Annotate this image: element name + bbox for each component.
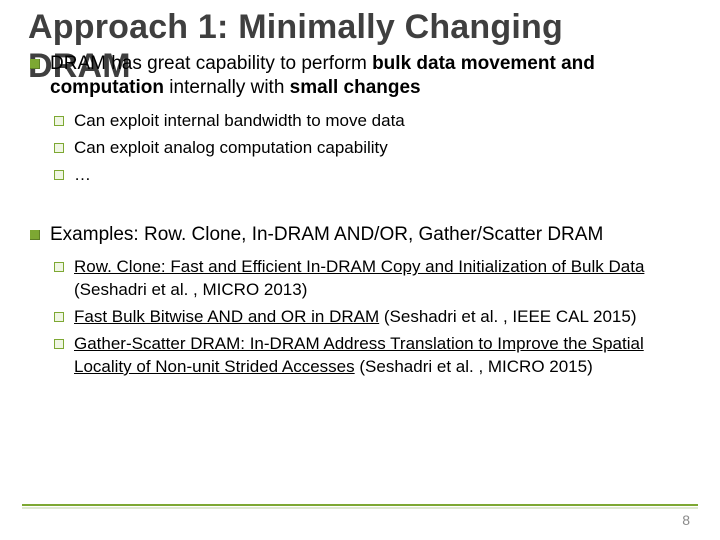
sub-2-3-tail: (Seshadri et al. , MICRO 2015) — [355, 357, 593, 376]
bullet-1-text-b: internally with — [164, 77, 290, 98]
bullet-2: Examples: Row. Clone, In-DRAM AND/OR, Ga… — [28, 223, 692, 247]
sub-1-1: Can exploit internal bandwidth to move d… — [50, 110, 692, 133]
bullet-1: DRAM has great capability to perform bul… — [28, 52, 692, 100]
sub-2-2-underline: Fast Bulk Bitwise AND and OR in DRAM — [74, 307, 379, 326]
sub-2-3: Gather-Scatter DRAM: In-DRAM Address Tra… — [50, 333, 692, 379]
title-line-1: Approach 1: Minimally Changing — [28, 8, 563, 46]
bullet-2-subs: Row. Clone: Fast and Efficient In-DRAM C… — [50, 256, 692, 379]
footer-rule — [22, 504, 698, 506]
slide: Approach 1: Minimally Changing DRAM DRAM… — [0, 0, 720, 540]
bullet-1-text-a: DRAM has great capability to perform — [50, 53, 372, 74]
bullet-1-bold-2: small changes — [290, 77, 421, 98]
spacer — [28, 199, 692, 223]
sub-2-1-underline: Row. Clone: Fast and Efficient In-DRAM C… — [74, 257, 644, 276]
sub-1-2: Can exploit analog computation capabilit… — [50, 137, 692, 160]
bullet-2-text: Examples: Row. Clone, In-DRAM AND/OR, Ga… — [50, 224, 603, 245]
sub-2-1: Row. Clone: Fast and Efficient In-DRAM C… — [50, 256, 692, 302]
bullet-1-subs: Can exploit internal bandwidth to move d… — [50, 110, 692, 187]
sub-1-3: … — [50, 164, 692, 187]
sub-2-2: Fast Bulk Bitwise AND and OR in DRAM (Se… — [50, 306, 692, 329]
slide-body: DRAM has great capability to perform bul… — [28, 52, 692, 379]
page-number: 8 — [682, 512, 690, 528]
sub-2-2-tail: (Seshadri et al. , IEEE CAL 2015) — [379, 307, 636, 326]
sub-2-1-tail: (Seshadri et al. , MICRO 2013) — [74, 280, 307, 299]
